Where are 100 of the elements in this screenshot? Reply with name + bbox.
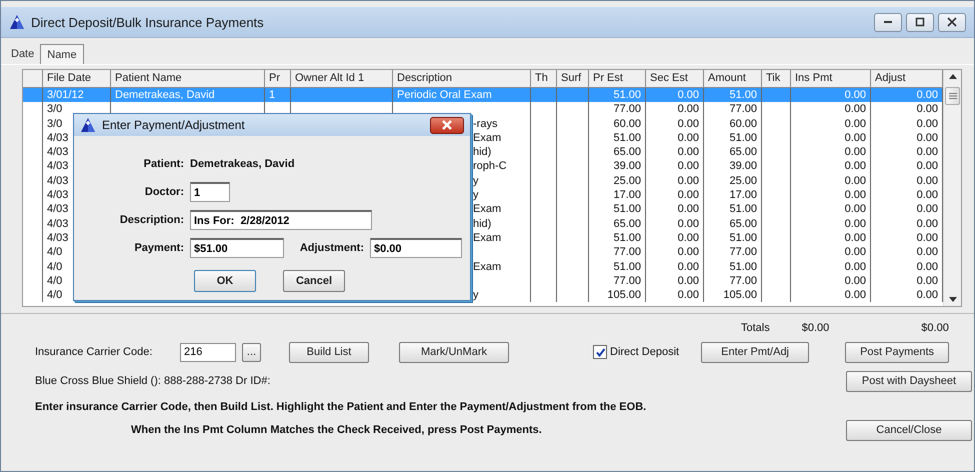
table-cell: 4/03 — [47, 189, 68, 202]
table-cell: 4/0 — [47, 246, 62, 258]
table-cell: 0.00 — [844, 132, 866, 144]
column-header[interactable]: Ins Pmt — [791, 70, 871, 87]
patient-name: Demetrakeas, David — [190, 158, 295, 170]
table-cell: 0.00 — [844, 218, 866, 230]
cancel-close-button[interactable]: Cancel/Close — [846, 420, 972, 440]
minimize-icon — [884, 21, 892, 23]
table-cell: 0.00 — [916, 103, 938, 116]
column-header[interactable]: Th — [531, 70, 557, 87]
table-cell: 0.00 — [844, 260, 866, 273]
maximize-button[interactable] — [906, 12, 934, 32]
carrier-code-field[interactable]: 216 — [180, 342, 236, 362]
pyramid-icon — [80, 117, 96, 133]
carrier-code-label: Insurance Carrier Code: — [35, 346, 154, 358]
browse-button[interactable]: ... — [242, 342, 261, 362]
build-list-button[interactable]: Build List — [289, 342, 369, 362]
table-cell: 1 — [269, 89, 276, 101]
instruction-text: Enter insurance Carrier Code, then Build List. Highlight the Patient and Enter the Payment/Adjustment from the EOB. — [35, 401, 646, 413]
patient-label: Patient: — [142, 158, 185, 170]
table-cell: 0.00 — [916, 146, 938, 158]
table-cell: 0.00 — [678, 89, 699, 101]
window-title: Direct Deposit/Bulk Insurance Payments — [31, 14, 264, 30]
table-cell: 0.00 — [678, 132, 699, 144]
column-header[interactable]: Owner Alt Id 1 — [291, 70, 393, 87]
table-cell: 60.00 — [613, 118, 641, 130]
table-cell: y — [473, 174, 478, 187]
column-header[interactable]: File Date — [43, 70, 111, 87]
close-icon — [947, 17, 957, 27]
description-field[interactable]: Ins For: 2/28/2012 — [190, 210, 372, 230]
table-cell: 0.00 — [678, 218, 699, 230]
table-cell: Exam — [473, 260, 502, 273]
table-cell: 39.00 — [729, 160, 757, 172]
table-cell: hid) — [473, 218, 492, 230]
table-cell: 60.00 — [729, 118, 757, 130]
table-cell: 0.00 — [844, 246, 866, 258]
table-cell: 0.00 — [678, 174, 699, 187]
pyramid-icon — [9, 14, 25, 30]
table-cell: -rays — [473, 118, 498, 130]
enter-payment-button[interactable]: Enter Pmt/Adj — [701, 342, 810, 362]
column-header[interactable]: Pr — [265, 70, 291, 87]
column-header[interactable]: Surf — [557, 70, 589, 87]
payment-field[interactable]: $51.00 — [190, 238, 284, 258]
table-cell: hid) — [473, 146, 492, 158]
mark-button[interactable]: Mark/UnMark — [399, 342, 509, 362]
table-cell: 0.00 — [844, 189, 866, 202]
table-cell: Exam — [473, 232, 502, 244]
table-cell: 4/0 — [47, 260, 62, 273]
table-cell: 0.00 — [844, 174, 866, 187]
table-cell: 4/03 — [47, 218, 68, 230]
minimize-button[interactable] — [874, 12, 902, 32]
close-icon — [441, 120, 453, 130]
table-cell: 51.00 — [729, 89, 757, 101]
scroll-up-icon[interactable] — [948, 74, 956, 79]
table-cell: 4/03 — [47, 132, 68, 144]
tab[interactable]: Name — [40, 44, 84, 64]
table-cell: 17.00 — [613, 189, 641, 202]
table-cell: 4/03 — [47, 203, 68, 216]
column-header[interactable]: Pr Est — [589, 70, 646, 87]
table-cell: 0.00 — [678, 203, 699, 216]
post-with-daysheet-button[interactable]: Post with Daysheet — [846, 370, 972, 392]
post-payments-button[interactable]: Post Payments — [845, 342, 950, 362]
table-cell: 0.00 — [678, 246, 699, 258]
table-cell: 65.00 — [729, 218, 757, 230]
table-cell: 77.00 — [613, 274, 641, 287]
column-header[interactable]: Amount — [704, 70, 762, 87]
scroll-thumb[interactable] — [945, 87, 960, 105]
table-cell: Periodic Oral Exam — [397, 89, 492, 101]
table-cell: 105.00 — [607, 289, 641, 302]
table-cell: 65.00 — [613, 146, 641, 158]
table-cell: Exam — [473, 132, 502, 144]
checkbox[interactable] — [593, 345, 607, 359]
table-cell: 51.00 — [729, 232, 757, 244]
table-cell: 0.00 — [844, 203, 866, 216]
table-cell: 65.00 — [729, 146, 757, 158]
column-header[interactable]: Description — [393, 70, 531, 87]
table-cell: 51.00 — [613, 203, 641, 216]
adjustment-field[interactable]: $0.00 — [370, 238, 462, 258]
table-cell: 0.00 — [844, 89, 866, 101]
table-cell: 4/03 — [47, 232, 68, 244]
column-header[interactable]: Sec Est — [646, 70, 704, 87]
table-cell: Exam — [473, 203, 502, 216]
table-cell: 0.00 — [916, 132, 938, 144]
cancel-button[interactable]: Cancel — [283, 270, 345, 292]
scroll-down-icon[interactable] — [948, 297, 956, 302]
doctor-field[interactable]: 1 — [190, 182, 230, 202]
table-cell: 0.00 — [678, 289, 699, 302]
totals-label: Totals — [741, 322, 770, 334]
column-header[interactable]: Tik — [762, 70, 791, 87]
maximize-icon — [915, 17, 925, 27]
ok-button[interactable]: OK — [194, 270, 256, 292]
scrollbar[interactable] — [943, 70, 961, 306]
close-button[interactable] — [430, 116, 464, 134]
table-cell: 77.00 — [613, 246, 641, 258]
grip-icon — [948, 93, 956, 99]
close-button[interactable] — [938, 12, 966, 32]
table-cell: 0.00 — [844, 160, 866, 172]
column-header[interactable]: Patient Name — [111, 70, 265, 87]
table-cell: 0.00 — [678, 189, 699, 202]
table-cell: 0.00 — [916, 174, 938, 187]
